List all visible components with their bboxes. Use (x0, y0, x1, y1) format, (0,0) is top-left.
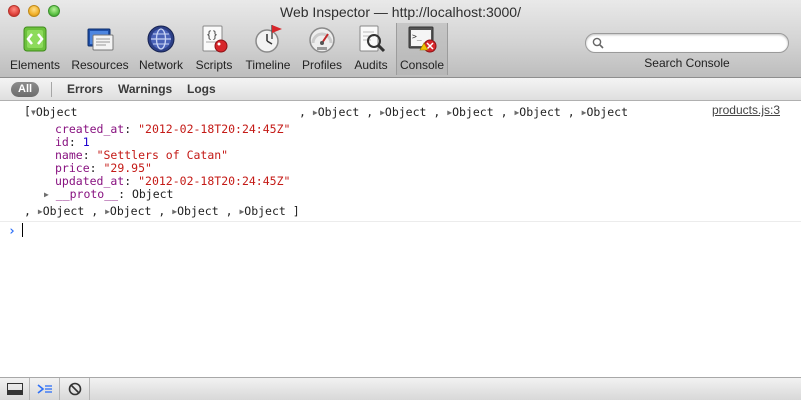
tab-console[interactable]: >_ Console (396, 23, 448, 75)
filter-logs-button[interactable]: Logs (187, 82, 216, 97)
object-label[interactable]: Object (110, 204, 152, 218)
console-drawer-icon (37, 384, 52, 394)
console-prompt-icon: › (8, 224, 16, 239)
tab-console-label: Console (399, 58, 445, 72)
tab-profiles-label: Profiles (301, 58, 342, 72)
object-label[interactable]: Object (385, 105, 427, 119)
tab-network-label: Network (138, 58, 183, 72)
open-bracket: [ (24, 104, 31, 118)
property-value: "2012-02-18T20:24:45Z" (138, 122, 291, 136)
svg-text:{}: {} (206, 30, 218, 41)
property-name: name (55, 148, 83, 162)
clear-icon (68, 382, 81, 396)
property-value: "29.95" (103, 161, 152, 175)
collapsed-object-list: , ▶Object , ▶Object , ▶Object , ▶Object … (299, 106, 628, 119)
tab-elements-label: Elements (9, 58, 61, 72)
object-label[interactable]: Object (519, 105, 561, 119)
console-input-caret[interactable] (22, 223, 23, 237)
comma: , (567, 105, 575, 119)
object-label[interactable]: Object (177, 204, 219, 218)
property-name: id (55, 135, 69, 149)
tab-elements[interactable]: Elements (8, 23, 62, 75)
status-bar (0, 377, 801, 400)
comma: , (299, 105, 306, 119)
tab-timeline-label: Timeline (245, 58, 291, 72)
property-value: 1 (82, 135, 90, 149)
tab-audits[interactable]: Audits (350, 23, 392, 75)
object-property: created_at: "2012-02-18T20:24:45Z" (55, 122, 291, 136)
filter-errors-button[interactable]: Errors (67, 82, 103, 97)
comma: , (225, 204, 233, 218)
console-icon: >_ (408, 26, 437, 53)
tab-timeline[interactable]: Timeline (242, 23, 294, 75)
scripts-icon: {} (202, 25, 228, 53)
property-name: updated_at (55, 174, 125, 188)
dock-toggle-button[interactable] (0, 378, 30, 400)
console-filter-bar: All Errors Warnings Logs (0, 78, 801, 101)
dock-window-icon (6, 383, 23, 395)
search-console-label: Search Console (644, 56, 730, 70)
property-name: created_at (55, 122, 125, 136)
filter-all-button[interactable]: All (11, 82, 40, 97)
search-icon (592, 37, 604, 49)
close-bracket: ] (292, 204, 300, 218)
tab-scripts[interactable]: {} Scripts (192, 23, 236, 75)
tab-network[interactable]: Network (136, 23, 186, 75)
object-label[interactable]: Object (586, 105, 628, 119)
proto-property[interactable]: ▶ __proto__: Object (44, 188, 173, 201)
filter-separator (51, 82, 52, 97)
comma: , (500, 105, 508, 119)
svg-text:>_: >_ (412, 32, 422, 41)
property-value: "2012-02-18T20:24:45Z" (138, 174, 291, 188)
resources-icon (87, 28, 114, 51)
object-label[interactable]: Object (452, 105, 494, 119)
clear-console-button[interactable] (60, 378, 90, 400)
timeline-icon (255, 25, 282, 53)
tab-audits-label: Audits (354, 58, 388, 72)
console-message-line: [ (24, 105, 31, 118)
expanded-object-header[interactable]: ▼Object (31, 106, 77, 119)
tab-scripts-label: Scripts (195, 58, 233, 72)
proto-name: __proto__ (55, 187, 119, 201)
comma: , (366, 105, 374, 119)
tab-profiles[interactable]: Profiles (300, 23, 344, 75)
object-label[interactable]: Object (43, 204, 85, 218)
collapsed-object-list: , ▶Object , ▶Object , ▶Object , ▶Object … (24, 205, 300, 218)
property-name: price (55, 161, 90, 175)
elements-icon (23, 26, 47, 52)
object-label[interactable]: Object (318, 105, 360, 119)
comma: , (433, 105, 441, 119)
source-link[interactable]: products.js:3 (712, 103, 780, 117)
message-divider (0, 221, 801, 222)
tab-resources-label: Resources (71, 58, 129, 72)
console-search-field[interactable] (585, 33, 789, 53)
search-input[interactable] (608, 35, 782, 53)
console-output: [ ▼Object , ▶Object , ▶Object , ▶Object … (0, 101, 801, 377)
comma: , (91, 204, 99, 218)
disclosure-triangle-icon[interactable]: ▶ (44, 188, 49, 201)
comma: , (158, 204, 166, 218)
profiles-icon (309, 27, 335, 53)
proto-value: Object (131, 187, 174, 201)
network-icon (147, 25, 175, 53)
window-title: Web Inspector — http://localhost:3000/ (280, 4, 521, 20)
object-label: Object (35, 105, 78, 119)
show-console-button[interactable] (30, 378, 60, 400)
property-value: "Settlers of Catan" (96, 148, 229, 162)
object-label[interactable]: Object (244, 204, 286, 218)
comma: , (24, 204, 31, 218)
filter-warnings-button[interactable]: Warnings (118, 82, 172, 97)
inspector-toolbar: Web Inspector — http://localhost:3000/ E… (0, 0, 801, 78)
audits-icon (359, 25, 386, 53)
tab-resources[interactable]: Resources (70, 23, 130, 75)
